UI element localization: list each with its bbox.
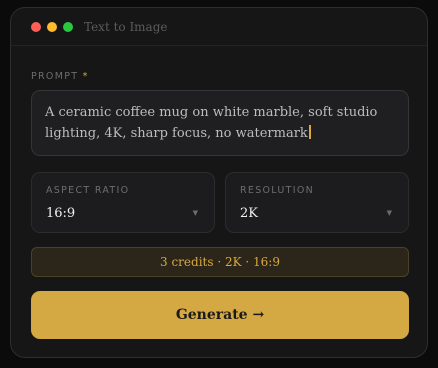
- aspect-ratio-select[interactable]: ASPECT RATIO 16:9 ▼: [31, 172, 215, 233]
- maximize-window-dot[interactable]: [63, 21, 73, 32]
- prompt-label: PROMPT: [31, 71, 79, 82]
- credits-text: 3 credits · 2K · 16:9: [160, 255, 280, 269]
- chevron-down-icon: ▼: [386, 209, 392, 217]
- resolution-select[interactable]: RESOLUTION 2K ▼: [225, 172, 409, 233]
- resolution-value: 2K: [240, 206, 258, 221]
- prompt-text: A ceramic coffee mug on white marble, so…: [45, 105, 378, 141]
- window-title: Text to Image: [84, 19, 168, 34]
- close-window-dot[interactable]: [31, 21, 41, 32]
- chevron-down-icon: ▼: [192, 209, 198, 217]
- aspect-ratio-value: 16:9: [46, 206, 76, 221]
- title-bar: Text to Image: [11, 8, 427, 46]
- credits-summary: 3 credits · 2K · 16:9: [31, 247, 409, 277]
- prompt-textarea[interactable]: A ceramic coffee mug on white marble, so…: [31, 90, 409, 156]
- aspect-ratio-label: ASPECT RATIO: [46, 185, 130, 196]
- app-window: Text to Image PROMPT * A ceramic coffee …: [10, 7, 428, 358]
- generate-button[interactable]: Generate →: [31, 291, 409, 339]
- required-indicator: *: [82, 71, 89, 82]
- prompt-label-row: PROMPT *: [31, 71, 89, 82]
- text-caret: [308, 125, 311, 139]
- minimize-window-dot[interactable]: [47, 21, 57, 32]
- resolution-label: RESOLUTION: [240, 185, 315, 196]
